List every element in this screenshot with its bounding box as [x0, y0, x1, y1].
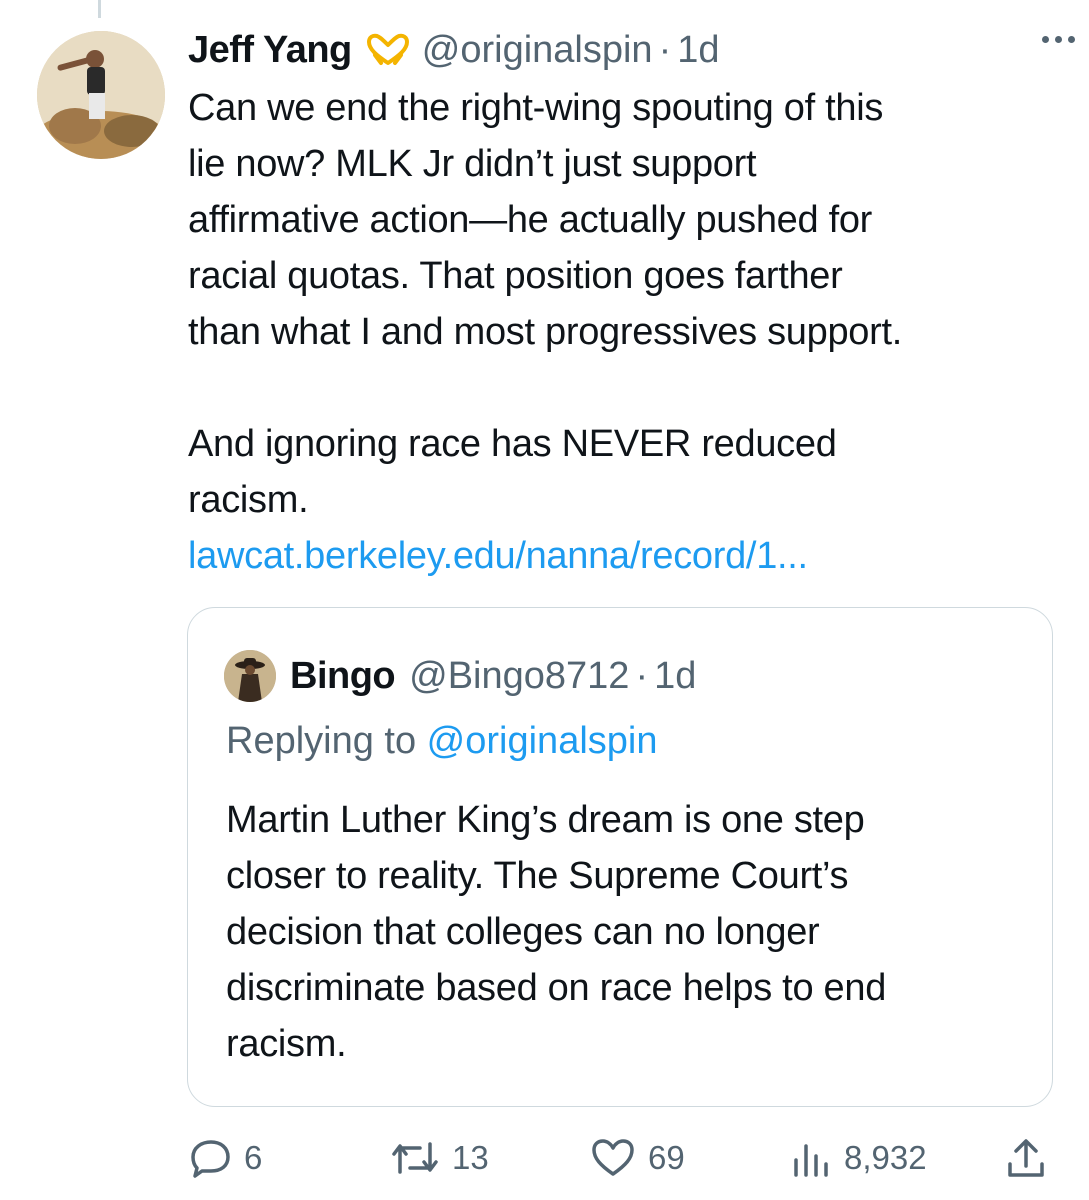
tweet-header: Jeff Yang @originalspin · 1d: [188, 22, 720, 78]
replying-to-label: Replying to: [226, 720, 427, 762]
tweet-timestamp[interactable]: 1d: [677, 29, 719, 72]
like-button[interactable]: 69: [590, 1130, 685, 1186]
more-dot: [1055, 36, 1062, 43]
author-handle[interactable]: @originalspin: [422, 29, 653, 72]
quoted-author-name[interactable]: Bingo: [290, 655, 396, 698]
retweet-count: 13: [452, 1139, 489, 1176]
views-button[interactable]: 8,932: [790, 1130, 927, 1186]
quoted-tweet-text: Martin Luther King’s dream is one step c…: [226, 799, 887, 1065]
quoted-tweet-timestamp[interactable]: 1d: [654, 655, 696, 698]
retweet-icon: [392, 1142, 438, 1174]
replying-to-line: Replying to @originalspin: [226, 720, 657, 763]
replying-to-mention[interactable]: @originalspin: [427, 720, 658, 762]
tweet-body: Can we end the right-wing spouting of th…: [188, 80, 1068, 584]
separator-dot: ·: [635, 654, 649, 697]
heart-icon: [592, 1139, 634, 1176]
reply-count: 6: [244, 1139, 263, 1176]
views-chart-icon: [794, 1144, 828, 1177]
author-avatar[interactable]: [37, 31, 165, 159]
avatar-image: [37, 31, 165, 159]
heart-hands-icon: [364, 30, 412, 70]
tweet-link[interactable]: lawcat.berkeley.edu/nanna/record/1...: [188, 528, 1068, 584]
reply-button[interactable]: 6: [190, 1130, 262, 1186]
separator-dot: ·: [658, 28, 672, 71]
retweet-button[interactable]: 13: [390, 1130, 489, 1186]
more-options-icon[interactable]: [1042, 36, 1075, 43]
tweet-paragraph: And ignoring race has NEVER reduced raci…: [188, 423, 837, 521]
quoted-author-avatar[interactable]: [224, 650, 276, 702]
quoted-avatar-image: [224, 650, 276, 702]
quoted-tweet-card[interactable]: Bingo @Bingo8712 · 1d Replying to @origi…: [187, 607, 1053, 1107]
like-count: 69: [648, 1139, 685, 1176]
quoted-tweet-header: Bingo @Bingo8712 · 1d: [224, 648, 696, 704]
tweet-paragraph: Can we end the right-wing spouting of th…: [188, 87, 903, 353]
share-icon: [1008, 1139, 1044, 1177]
thread-connector-line: [98, 0, 101, 18]
share-button[interactable]: [1004, 1130, 1048, 1186]
quoted-author-handle[interactable]: @Bingo8712: [409, 655, 629, 698]
more-dot: [1068, 36, 1075, 43]
more-dot: [1042, 36, 1049, 43]
author-name[interactable]: Jeff Yang: [188, 29, 352, 72]
views-count: 8,932: [844, 1139, 927, 1176]
tweet-actions-bar: 6 13 69 8,932: [0, 1130, 1089, 1190]
reply-icon: [191, 1140, 230, 1178]
